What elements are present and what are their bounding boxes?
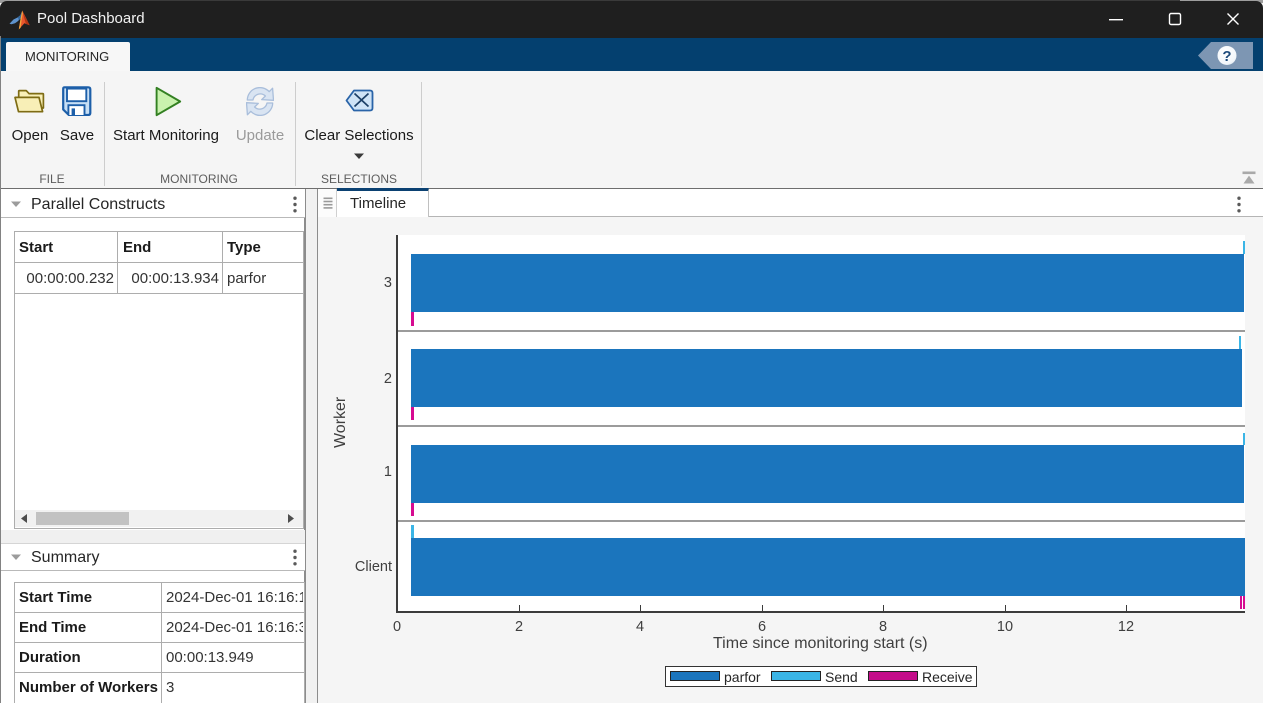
svg-text:?: ?: [1222, 48, 1231, 65]
